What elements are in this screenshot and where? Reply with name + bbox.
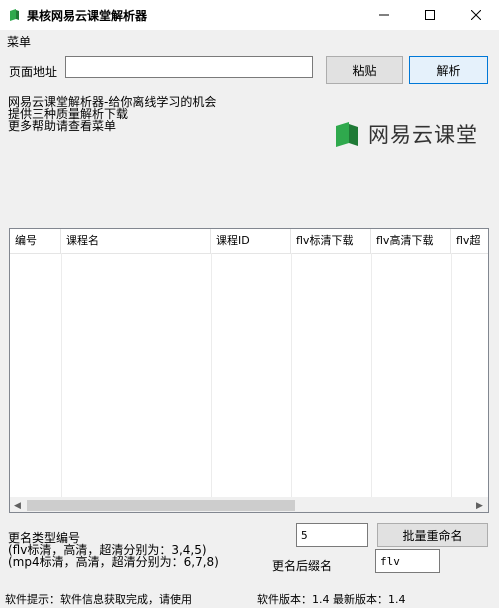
book-logo-icon — [336, 121, 358, 147]
close-icon — [471, 10, 481, 20]
table-header: 编号 课程名 课程ID flv标清下载 flv高清下载 flv超 — [10, 229, 488, 254]
menu-item-menu[interactable]: 菜单 — [7, 33, 31, 50]
menu-bar — [0, 30, 499, 50]
column-divider — [371, 253, 372, 498]
column-header-flv-hd[interactable]: flv高清下载 — [371, 229, 451, 253]
scrollbar-thumb[interactable] — [27, 500, 295, 511]
window-title: 果核网易云课堂解析器 — [27, 9, 148, 23]
column-divider — [61, 253, 62, 498]
course-table[interactable]: 编号 课程名 课程ID flv标清下载 flv高清下载 flv超 ◀ ▶ — [9, 228, 489, 513]
scroll-left-icon[interactable]: ◀ — [10, 498, 25, 512]
column-header-number[interactable]: 编号 — [10, 229, 61, 253]
minimize-button[interactable] — [361, 0, 407, 30]
logo-text: 网易云课堂 — [368, 123, 478, 147]
close-button[interactable] — [453, 0, 499, 30]
column-header-course-id[interactable]: 课程ID — [211, 229, 291, 253]
column-header-flv-sd[interactable]: flv标清下载 — [291, 229, 371, 253]
suffix-input[interactable] — [375, 549, 440, 573]
status-hint: 软件提示：软件信息获取完成，请使用 — [5, 593, 192, 606]
paste-button[interactable]: 粘贴 — [326, 56, 403, 84]
maximize-icon — [425, 10, 435, 20]
column-divider — [211, 253, 212, 498]
url-input[interactable] — [65, 56, 313, 78]
column-header-flv-uhd[interactable]: flv超 — [451, 229, 488, 253]
column-divider — [291, 253, 292, 498]
url-label: 页面地址 — [9, 65, 58, 79]
minimize-icon — [379, 14, 389, 16]
parse-button[interactable]: 解析 — [409, 56, 488, 84]
batch-rename-button[interactable]: 批量重命名 — [377, 523, 488, 547]
column-divider — [451, 253, 452, 498]
mp4-type-note: (mp4标清，高清，超清分别为：6,7,8) — [8, 555, 219, 569]
info-line-3: 更多帮助请查看菜单 — [8, 119, 117, 133]
suffix-label: 更名后缀名 — [272, 559, 333, 573]
app-icon — [10, 9, 19, 21]
scroll-right-icon[interactable]: ▶ — [472, 498, 487, 512]
rename-type-input[interactable] — [296, 523, 368, 547]
horizontal-scrollbar[interactable]: ◀ ▶ — [10, 497, 488, 512]
maximize-button[interactable] — [407, 0, 453, 30]
netease-cloud-classroom-logo: 网易云课堂 — [334, 119, 478, 149]
version-info: 软件版本：1.4 最新版本：1.4 — [257, 593, 406, 606]
column-header-course-name[interactable]: 课程名 — [61, 229, 211, 253]
